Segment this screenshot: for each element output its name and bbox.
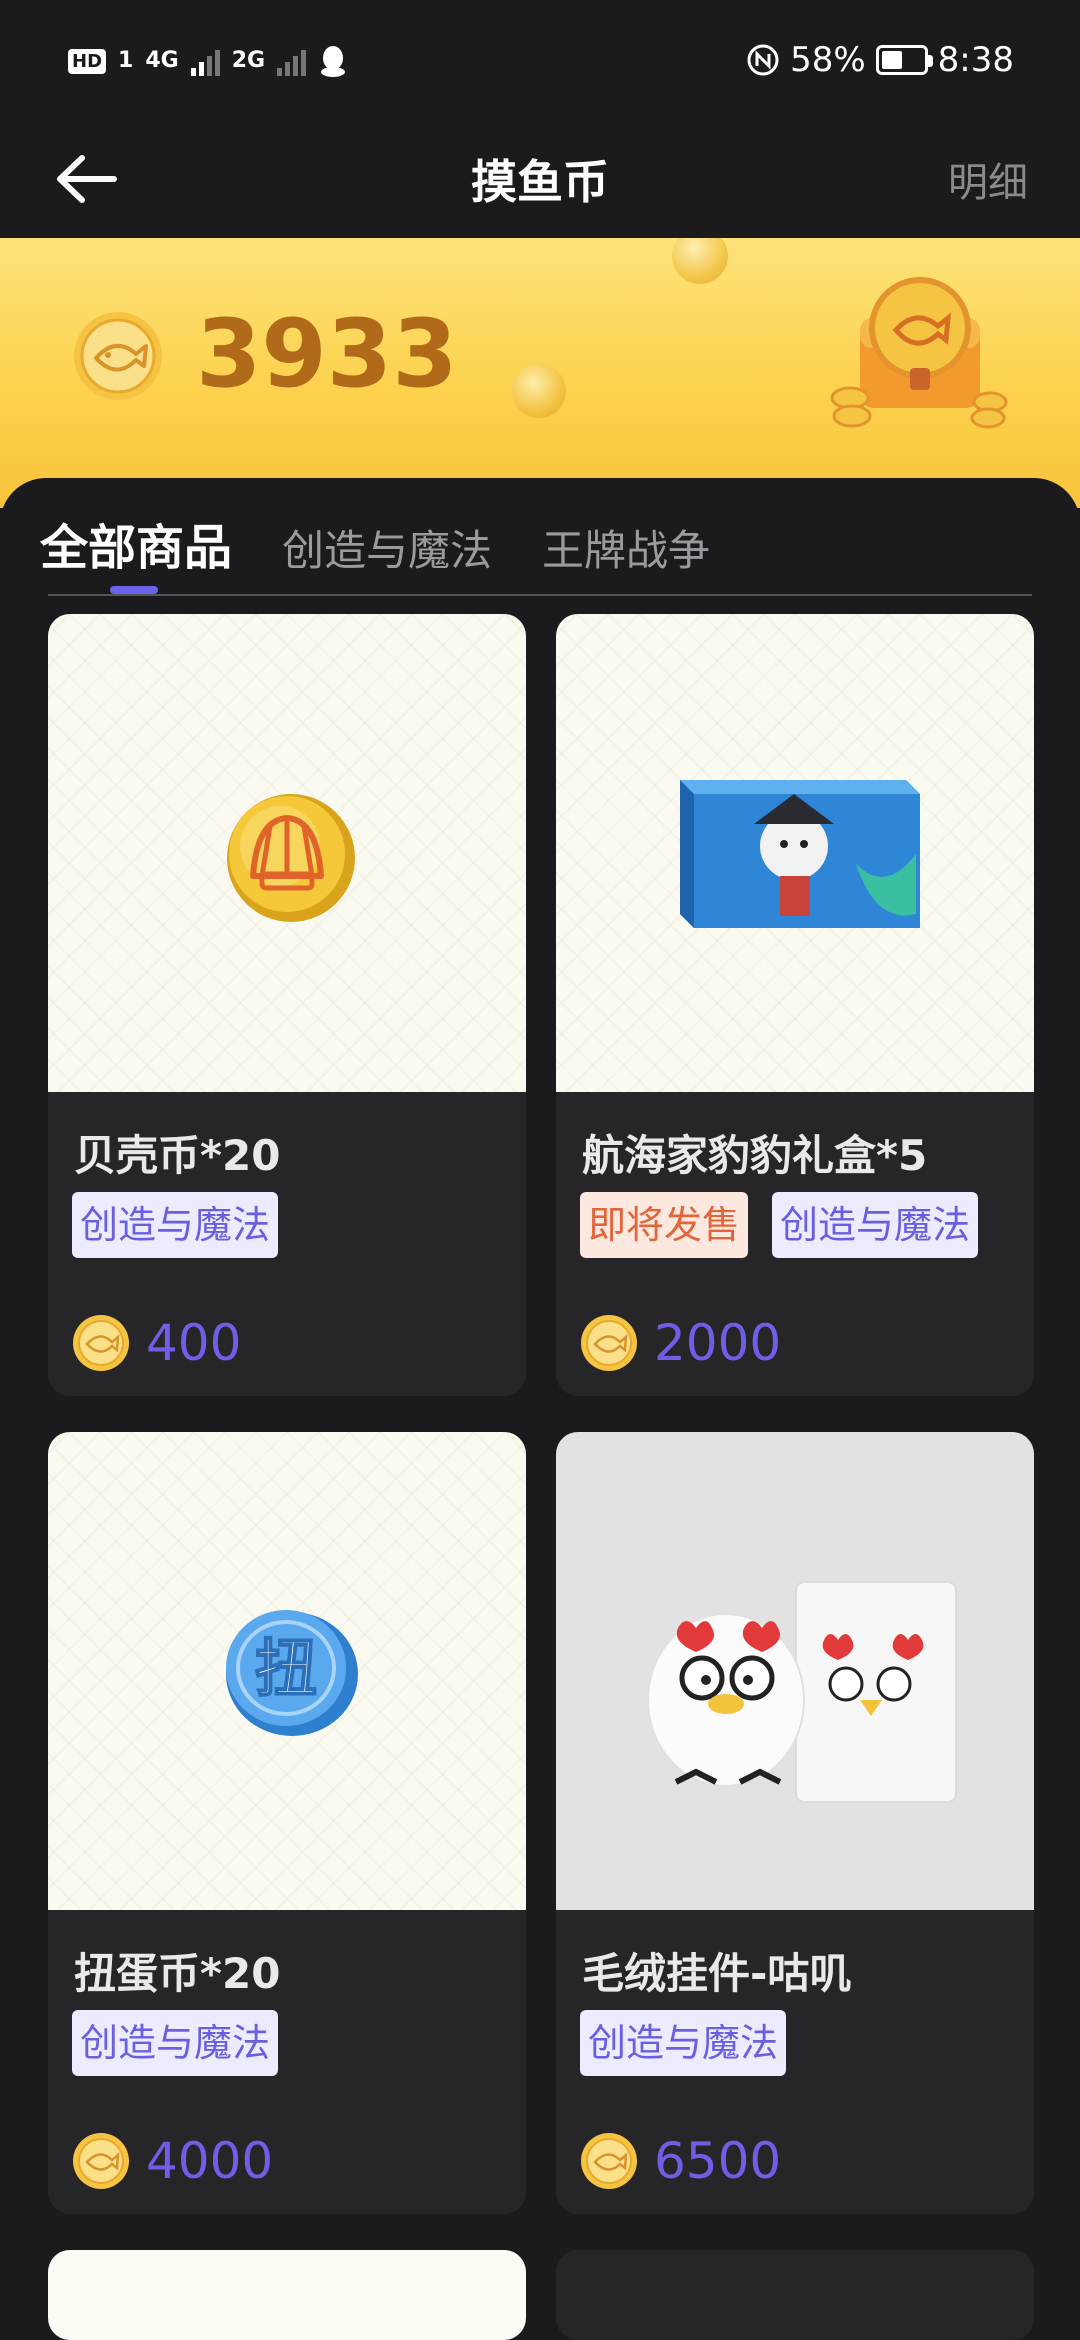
- decorative-coin: [672, 238, 728, 284]
- product-image: [48, 2250, 526, 2340]
- product-tags: 创造与魔法: [580, 2010, 787, 2076]
- product-price: 2000: [654, 1314, 782, 1372]
- page-title: 摸鱼币: [471, 155, 609, 209]
- product-image: [48, 614, 526, 1092]
- decorative-coin: [512, 364, 566, 418]
- battery-percent: 58%: [790, 40, 866, 80]
- product-card[interactable]: 贝壳币*20 创造与魔法 400: [48, 614, 526, 1396]
- network-type-2: 2G: [231, 48, 266, 73]
- price-row: 6500: [580, 2132, 781, 2190]
- qq-icon: [321, 46, 346, 77]
- product-name: 贝壳币*20: [74, 1131, 281, 1180]
- game-tag: 创造与魔法: [72, 2010, 279, 2076]
- product-card[interactable]: 扭 扭蛋币*20 创造与魔法 4000: [48, 1432, 526, 2214]
- tab-ace-war[interactable]: 王牌战争: [542, 517, 710, 578]
- signal-bars-2-icon: [277, 46, 307, 76]
- fish-coin-icon: [581, 2133, 637, 2189]
- product-price: 4000: [146, 2132, 274, 2190]
- product-name: 毛绒挂件-咕叽: [582, 1949, 852, 1998]
- treasure-chest-icon: [830, 277, 1008, 429]
- product-sheet: 全部商品 创造与魔法 王牌战争 贝壳币*20 创造与魔法 400 航海家豹豹礼盒…: [0, 478, 1080, 2340]
- coin-balance: 3933: [196, 300, 458, 409]
- pirate-gift-box-icon: [680, 780, 920, 928]
- price-row: 4000: [72, 2132, 273, 2190]
- product-tags: 创造与魔法: [72, 2010, 279, 2076]
- game-tag: 创造与魔法: [772, 1192, 979, 1258]
- game-tag: 创造与魔法: [72, 1192, 279, 1258]
- tabs-divider: [48, 594, 1032, 596]
- game-tag: 创造与魔法: [580, 2010, 787, 2076]
- sim-slot: 1: [118, 48, 134, 73]
- tab-all-products[interactable]: 全部商品: [40, 508, 232, 578]
- price-row: 2000: [580, 1314, 781, 1372]
- detail-link[interactable]: 明细: [948, 150, 1028, 208]
- product-tags: 即将发售 创造与魔法: [580, 1192, 979, 1258]
- product-card[interactable]: [48, 2250, 526, 2340]
- product-card[interactable]: 毛绒挂件-咕叽 创造与魔法 6500: [556, 1432, 1034, 2214]
- product-name: 航海家豹豹礼盒*5: [582, 1131, 928, 1180]
- product-image: [556, 1432, 1034, 1910]
- product-tags: 创造与魔法: [72, 1192, 279, 1258]
- coming-soon-tag: 即将发售: [580, 1192, 749, 1258]
- nfc-icon: [747, 44, 779, 76]
- product-price: 6500: [654, 2132, 782, 2190]
- signal-bars-1-icon: [190, 46, 220, 76]
- clock: 8:38: [937, 40, 1014, 80]
- coin-balance-banner: 3933: [0, 238, 1080, 508]
- fish-coin-icon: [581, 1315, 637, 1371]
- shell-coin-icon: [227, 794, 355, 922]
- network-type-1: 4G: [145, 48, 179, 73]
- active-tab-indicator: [110, 586, 158, 594]
- category-tabs: 全部商品 创造与魔法 王牌战争: [40, 508, 710, 578]
- product-card[interactable]: [556, 2250, 1034, 2340]
- plush-pendant-icon: [647, 1581, 957, 1803]
- hd-badge: HD: [68, 48, 107, 74]
- product-price: 400: [146, 1314, 242, 1372]
- product-image: [556, 614, 1034, 1092]
- price-row: 400: [72, 1314, 241, 1372]
- fish-coin-icon: [73, 1315, 129, 1371]
- fish-coin-icon: [73, 2133, 129, 2189]
- status-bar: HD 1 4G 2G 58% 8:38: [0, 0, 1080, 120]
- nav-bar: 摸鱼币 明细: [0, 120, 1080, 238]
- gacha-coin-icon: 扭: [226, 1610, 358, 1736]
- status-left: HD 1 4G 2G: [68, 44, 348, 78]
- tab-create-and-magic[interactable]: 创造与魔法: [282, 517, 492, 578]
- product-name: 扭蛋币*20: [74, 1949, 281, 1998]
- fish-coin-icon: [74, 312, 162, 400]
- gacha-coin-char: 扭: [255, 1632, 317, 1705]
- status-right: 58% 8:38: [746, 40, 1014, 80]
- product-image: 扭: [48, 1432, 526, 1910]
- product-image: [556, 2250, 1034, 2340]
- battery-icon: [875, 45, 933, 75]
- product-card[interactable]: 航海家豹豹礼盒*5 即将发售 创造与魔法 2000: [556, 614, 1034, 1396]
